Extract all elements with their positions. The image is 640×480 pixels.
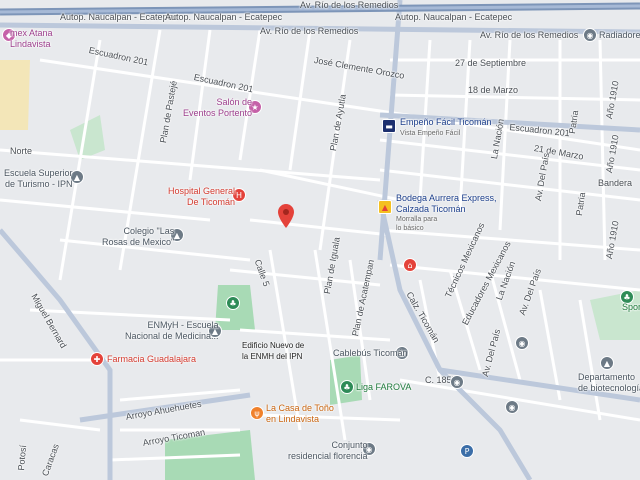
poi-colegio[interactable]: Colegio "Las Rosas de Mexico" [102, 226, 174, 248]
poi-sublabel: Morralla para lo básico [396, 216, 438, 232]
park-icon[interactable]: ♣ [226, 296, 240, 310]
poi-label: Edificio Nuevo de la ENMH del IPN [242, 341, 305, 361]
poi-label: Conjunto residencial florencia [288, 440, 368, 461]
poi-edificio-enmh[interactable]: Edificio Nuevo de la ENMH del IPN [242, 340, 304, 362]
pawn-shop-icon[interactable]: ▬ [382, 119, 396, 133]
poi-empeno[interactable]: Empeño Fácil Ticomán Vista Empeño Fácil [400, 117, 492, 139]
parking-icon[interactable]: P [460, 444, 474, 458]
poi-label: Radiadores [599, 30, 640, 40]
supermarket-icon[interactable]: ▲ [378, 200, 392, 214]
poi-label: Empeño Fácil Ticomán [400, 117, 492, 127]
poi-label: Spor [622, 302, 640, 312]
street-label: Av. Río de los Remedios [260, 26, 359, 36]
pharmacy-icon[interactable]: ✚ [90, 352, 104, 366]
store-icon[interactable]: ⌂ [403, 258, 417, 272]
street-label: 18 de Marzo [468, 85, 519, 95]
place-icon[interactable]: ◉ [450, 375, 464, 389]
poi-bodega[interactable]: Bodega Aurrera Express, Calzada Ticomán M… [396, 193, 497, 233]
poi-homex[interactable]: mex Atana Lindavista [0, 28, 53, 50]
school-icon[interactable]: ▲ [600, 356, 614, 370]
poi-radiadores[interactable]: Radiadores [599, 30, 640, 41]
poi-spor[interactable]: Spor [622, 302, 640, 313]
street-label: Bandera [598, 178, 633, 188]
street-label: Norte [10, 146, 33, 156]
poi-label: Escuela Superior de Turismo - IPN [4, 168, 73, 189]
poi-escuela-turismo[interactable]: Escuela Superior de Turismo - IPN [4, 168, 73, 190]
street-label: 27 de Septiembre [455, 58, 527, 68]
street-label: Autop. Naucalpan - Ecatepec [60, 12, 178, 22]
place-icon[interactable]: ◉ [515, 336, 529, 350]
poi-label: La Casa de Toño en Lindavista [266, 403, 334, 424]
poi-farmacia[interactable]: Farmacia Guadalajara [107, 354, 196, 365]
poi-label: mex Atana Lindavista [10, 28, 53, 49]
poi-enmyh[interactable]: ENMyH - Escuela Nacional de Medicina... [125, 320, 219, 342]
poi-cablebus[interactable]: Cablebús Ticomán [333, 348, 408, 359]
poi-label: Colegio "Las Rosas de Mexico" [102, 226, 175, 247]
poi-hospital[interactable]: Hospital General De Ticomán [168, 186, 235, 208]
location-pin-icon[interactable] [278, 204, 294, 228]
poi-label: Liga FAROVA [356, 382, 412, 392]
poi-label: ENMyH - Escuela Nacional de Medicina... [125, 320, 219, 341]
poi-label: Cablebús Ticomán [333, 348, 408, 358]
poi-label: Salón de Eventos Portento [183, 97, 253, 118]
poi-liga-farova[interactable]: Liga FAROVA [356, 382, 411, 393]
park-area [0, 60, 30, 130]
poi-casa-tono[interactable]: La Casa de Toño en Lindavista [266, 403, 334, 425]
shop-icon[interactable]: ◉ [583, 28, 597, 42]
stadium-icon[interactable]: ♣ [340, 380, 354, 394]
place-icon[interactable]: ◉ [505, 400, 519, 414]
poi-label: Farmacia Guadalajara [107, 354, 197, 364]
street-label: Autop. Naucalpan - Ecatepec [395, 12, 513, 22]
poi-label: Departamento de biotecnología... [578, 372, 640, 393]
street-label: Av. Río de los Remedios [480, 30, 579, 40]
poi-departamento[interactable]: Departamento de biotecnología... [578, 372, 640, 394]
poi-salon-eventos[interactable]: Salón de Eventos Portento [183, 97, 252, 119]
poi-sublabel: Vista Empeño Fácil [400, 130, 461, 137]
poi-label: Hospital General De Ticomán [168, 186, 236, 207]
street-label: Autop. Naucalpan - Ecatepec [165, 12, 283, 22]
poi-label: Bodega Aurrera Express, Calzada Ticomán [396, 193, 497, 214]
street-label: Av. Río de los Remedios [300, 0, 399, 10]
restaurant-icon[interactable]: ψ [250, 406, 264, 420]
poi-conjunto[interactable]: Conjunto residencial florencia [288, 440, 368, 462]
